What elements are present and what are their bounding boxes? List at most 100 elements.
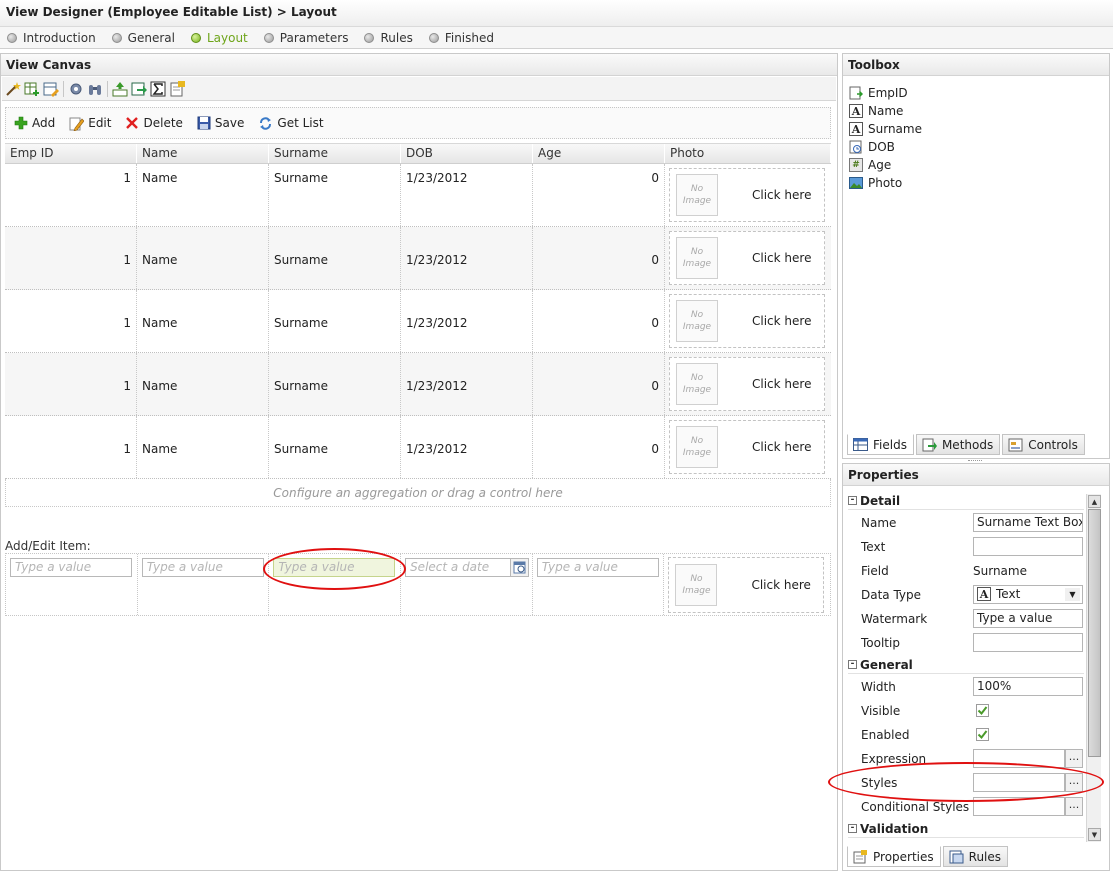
delete-x-icon [126,117,139,129]
tab-properties[interactable]: Properties [847,846,941,867]
photo-placeholder: No Image Click here [669,231,825,285]
binoculars-icon[interactable] [87,81,103,97]
table-row[interactable]: 1 Name Surname 1/23/2012 0 No Image Click… [5,227,831,290]
step-parameters[interactable]: Parameters [263,31,348,45]
scroll-thumb[interactable] [1088,509,1101,757]
sigma-icon[interactable] [150,81,166,97]
click-here-link[interactable]: Click here [752,377,811,391]
name-input[interactable]: Type a value [141,558,264,577]
click-here-link[interactable]: Click here [752,440,811,454]
click-here-link[interactable]: Click here [752,314,811,328]
surname-input[interactable]: Type a value [273,558,396,577]
prop-label-watermark: Watermark [861,612,928,626]
styles-property-input[interactable] [973,773,1065,792]
step-rules[interactable]: Rules [364,31,413,45]
age-input[interactable]: Type a value [536,558,659,577]
properties-list-icon[interactable] [169,80,185,97]
toolbox-item-name[interactable]: A Name [849,102,922,120]
edit-table-icon[interactable] [43,81,59,97]
column-header-photo[interactable]: Photo [665,144,831,163]
tab-methods[interactable]: Methods [915,434,1001,455]
step-dot-icon [190,32,201,43]
emp-id-input[interactable]: Type a value [10,558,132,577]
table-row[interactable]: 1 Name Surname 1/23/2012 0 No Image Click… [5,353,831,416]
delete-button[interactable]: Delete [125,116,183,130]
collapse-minus-icon[interactable]: - [848,496,857,505]
toolbox-item-photo[interactable]: Photo [849,174,922,192]
view-canvas-title: View Canvas [1,54,837,76]
table-row[interactable]: 1 Name Surname 1/23/2012 0 No Image Click… [5,290,831,353]
data-type-select[interactable]: A Text ▼ [973,585,1083,604]
scroll-up-icon[interactable]: ▲ [1088,495,1101,508]
expression-property-input[interactable] [973,749,1065,768]
edit-button[interactable]: Edit [69,116,111,131]
click-here-link[interactable]: Click here [752,188,811,202]
expression-ellipsis-button[interactable]: ... [1065,749,1083,768]
step-introduction[interactable]: Introduction [7,31,96,45]
text-property-input[interactable] [973,537,1083,556]
toolbox-item-age[interactable]: # Age [849,156,922,174]
export-icon[interactable] [131,81,147,97]
watermark-property-input[interactable]: Type a value [973,609,1083,628]
chevron-down-icon[interactable]: ▼ [1065,588,1080,601]
wand-icon[interactable] [5,81,21,97]
conditional-styles-property-input[interactable] [973,797,1065,816]
aggregation-drop-zone[interactable]: Configure an aggregation or drag a contr… [5,479,831,507]
enabled-checkbox[interactable] [976,728,989,741]
cell-surname: Surname [269,416,401,478]
section-detail[interactable]: - Detail [848,492,1084,510]
toolbox-item-empid[interactable]: EmpID [849,84,922,102]
gear-icon[interactable] [68,81,84,97]
rules-icon [949,850,964,863]
styles-ellipsis-button[interactable]: ... [1065,773,1083,792]
column-header-emp-id[interactable]: Emp ID [5,144,137,163]
click-here-link[interactable]: Click here [752,251,811,265]
properties-tabs: Properties Rules [847,846,1010,867]
toolbox-field-list: EmpID A Name A Surname DOB # Age Photo [849,84,922,192]
move-up-icon[interactable] [112,81,128,97]
width-property-input[interactable]: 100% [973,677,1083,696]
column-header-dob[interactable]: DOB [401,144,533,163]
visible-checkbox[interactable] [976,704,989,717]
get-list-button[interactable]: Get List [258,116,324,131]
photo-placeholder: No Image Click here [669,294,825,348]
add-table-icon[interactable] [24,81,40,97]
cell-dob: 1/23/2012 [401,353,533,415]
column-header-name[interactable]: Name [137,144,269,163]
section-general[interactable]: - General [848,656,1084,674]
prop-label-data-type: Data Type [861,588,922,602]
step-finished[interactable]: Finished [428,31,494,45]
tab-fields[interactable]: Fields [847,434,914,455]
scroll-down-icon[interactable]: ▼ [1088,828,1101,841]
tooltip-property-input[interactable] [973,633,1083,652]
name-property-input[interactable]: Surname Text Box [973,513,1083,532]
cell-surname: Surname [269,290,401,352]
cell-emp-id: 1 [5,416,137,478]
properties-scrollbar[interactable]: ▲ ▼ [1086,494,1101,842]
calendar-icon[interactable] [511,558,530,577]
cell-photo: No Image Click here [665,416,831,478]
table-row[interactable]: 1 Name Surname 1/23/2012 0 No Image Click… [5,164,831,227]
toolbox-item-dob[interactable]: DOB [849,138,922,156]
click-here-link[interactable]: Click here [751,578,810,592]
step-general[interactable]: General [111,31,175,45]
section-validation[interactable]: - Validation [848,820,1084,838]
splitter-grip[interactable] [968,460,982,462]
tab-rules[interactable]: Rules [942,846,1009,867]
add-button[interactable]: Add [14,116,55,130]
table-row[interactable]: 1 Name Surname 1/23/2012 0 No Image Click… [5,416,831,479]
column-header-surname[interactable]: Surname [269,144,401,163]
save-button[interactable]: Save [197,116,244,130]
conditional-styles-ellipsis-button[interactable]: ... [1065,797,1083,816]
column-header-age[interactable]: Age [533,144,665,163]
toolbox-item-surname[interactable]: A Surname [849,120,922,138]
tab-controls[interactable]: Controls [1002,434,1085,455]
step-layout[interactable]: Layout [190,31,248,45]
controls-icon [1008,438,1023,451]
cell-surname: Surname [269,227,401,289]
collapse-minus-icon[interactable]: - [848,824,857,833]
toolbox-title: Toolbox [843,54,1109,76]
collapse-minus-icon[interactable]: - [848,660,857,669]
refresh-icon [260,116,272,130]
dob-date-input[interactable]: Select a date [405,558,512,577]
